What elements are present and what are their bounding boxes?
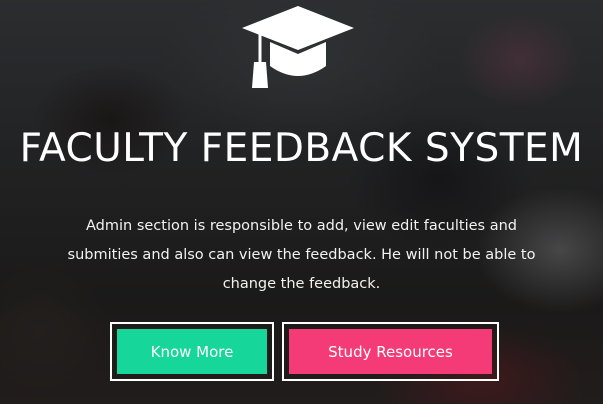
know-more-button[interactable]: Know More (117, 329, 267, 374)
study-resources-button[interactable]: Study Resources (289, 329, 492, 374)
page-title: FACULTY FEEDBACK SYSTEM (19, 126, 584, 171)
hero-content: FACULTY FEEDBACK SYSTEM Admin section is… (0, 0, 603, 404)
hero-section: FACULTY FEEDBACK SYSTEM Admin section is… (0, 0, 603, 404)
graduation-cap-icon (242, 6, 354, 88)
study-resources-button-frame: Study Resources (282, 322, 499, 381)
hero-description: Admin section is responsible to add, vie… (67, 218, 536, 292)
know-more-button-frame: Know More (110, 322, 274, 381)
